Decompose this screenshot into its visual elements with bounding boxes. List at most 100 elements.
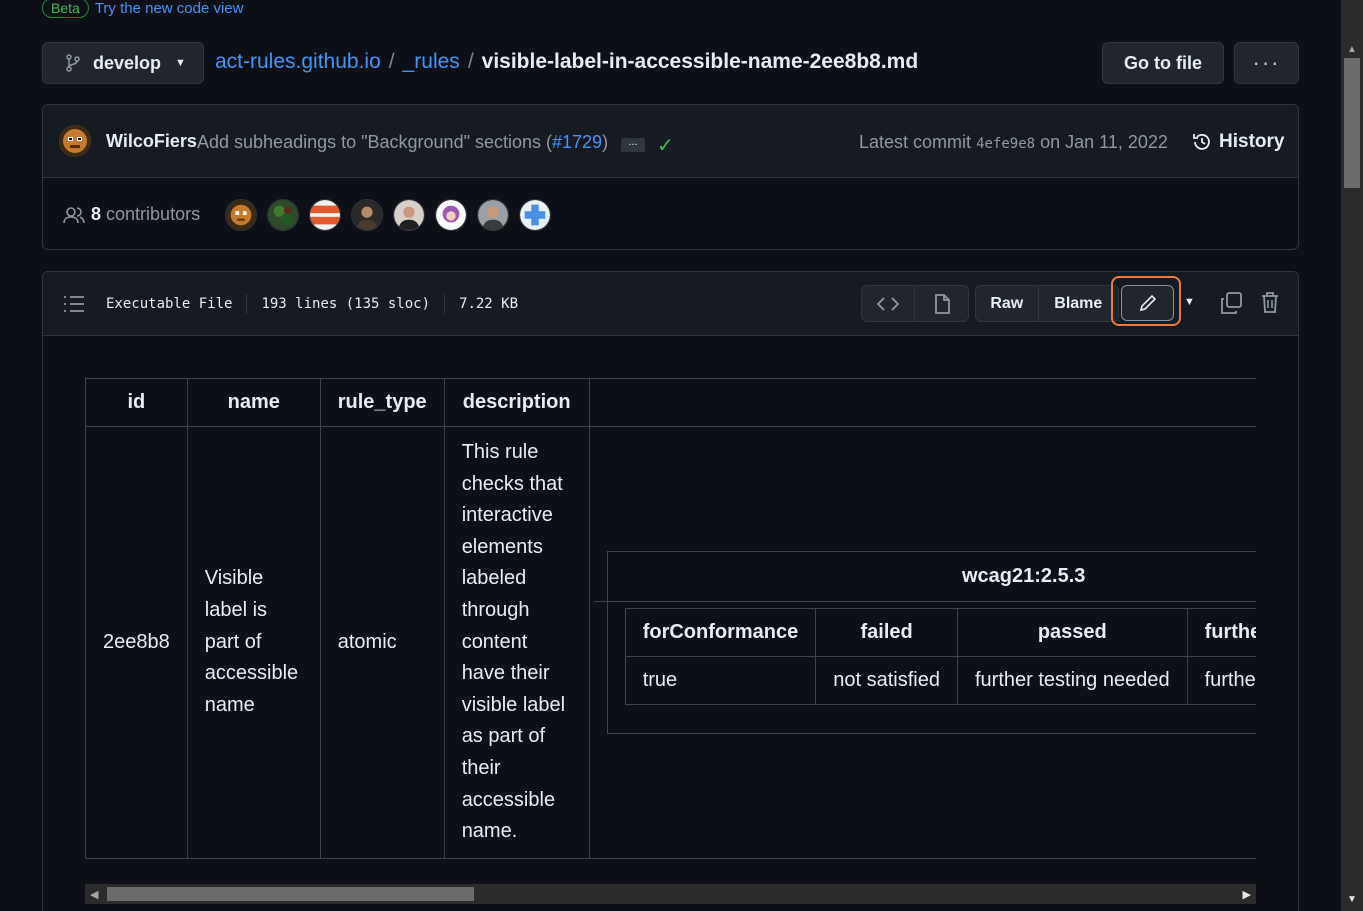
file-mode: Executable File [106, 296, 233, 312]
horizontal-scrollbar[interactable]: ◀ ▶ [85, 884, 1256, 904]
avatar[interactable] [309, 199, 341, 231]
frontmatter-table-viewport: id name rule_type description 2ee8b8 Vis… [85, 378, 1256, 911]
scrollbar-thumb[interactable] [1344, 58, 1360, 188]
contributors-link[interactable]: 8 contributors [91, 204, 200, 225]
table-row: 2ee8b8 Visible label is part of accessib… [85, 426, 1256, 859]
beta-badge: Beta [42, 0, 89, 18]
avatar[interactable] [225, 199, 257, 231]
scroll-left-arrow-icon[interactable]: ◀ [90, 888, 98, 901]
header-failed: failed [815, 607, 958, 657]
scrollbar-thumb[interactable] [107, 887, 474, 901]
cell-id: 2ee8b8 [85, 426, 188, 859]
blame-button[interactable]: Blame [1039, 286, 1118, 321]
display-source-button[interactable] [862, 286, 916, 321]
contributor-avatars [225, 199, 551, 231]
try-new-code-view-link[interactable]: Try the new code view [95, 0, 244, 17]
header-description: description [443, 378, 590, 427]
avatar[interactable] [267, 199, 299, 231]
vertical-scrollbar[interactable]: ▲ ▼ [1341, 0, 1363, 911]
header-passed: passed [957, 607, 1188, 657]
avatar[interactable] [393, 199, 425, 231]
requirement-table: forConformance failed passed further tes… [624, 607, 1256, 705]
requirement-header-row: forConformance failed passed further tes… [624, 607, 1256, 657]
avatar[interactable] [519, 199, 551, 231]
history-label: History [1219, 131, 1285, 152]
commit-sha-link[interactable]: 4efe9e8 [976, 136, 1035, 152]
pull-request-link[interactable]: #1729 [552, 132, 602, 152]
code-icon [877, 296, 899, 311]
contributors-row: 8 contributors [43, 178, 1298, 250]
commit-message-suffix: ) [602, 132, 609, 152]
expand-commit-message-button[interactable]: ... [621, 137, 645, 152]
history-icon [1193, 134, 1210, 150]
file-viewer: Executable File 193 lines (135 sloc) 7.2… [42, 271, 1299, 911]
file-header: Executable File 193 lines (135 sloc) 7.2… [43, 272, 1298, 336]
breadcrumb-folder-link[interactable]: _rules [403, 50, 460, 74]
cell-accessibility-requirements: wcag21:2.5.3 forConformance failed passe… [588, 426, 1256, 859]
page: Beta Try the new code view develop ▼ act… [0, 0, 1363, 911]
branch-name: develop [93, 52, 162, 73]
commit-author-link[interactable]: WilcoFiers [106, 131, 197, 152]
breadcrumb-repo-link[interactable]: act-rules.github.io [215, 50, 381, 74]
more-options-button[interactable]: ··· [1234, 42, 1299, 84]
file-info: Executable File 193 lines (135 sloc) 7.2… [106, 294, 518, 314]
file-icon [934, 293, 950, 314]
cell-description: This rule checks that interactive elemen… [443, 426, 590, 859]
commit-message[interactable]: Add subheadings to "Background" sections… [197, 132, 608, 153]
latest-commit-bar: WilcoFiers Add subheadings to "Backgroun… [43, 105, 1298, 178]
scroll-right-arrow-icon[interactable]: ▶ [1243, 888, 1251, 901]
header-accessibility [588, 378, 1256, 427]
commit-date: on Jan 11, 2022 [1040, 132, 1168, 152]
latest-commit-label: Latest commit [859, 132, 972, 152]
cell-name-text: Visible label is part of accessible name [204, 567, 299, 716]
chevron-down-icon: ▼ [175, 57, 186, 69]
value-failed: not satisfied [815, 655, 958, 705]
commit-message-text[interactable]: Add subheadings to "Background" sections… [197, 132, 552, 152]
check-icon[interactable]: ✓ [657, 133, 674, 158]
cell-description-text: This rule checks that interactive elemen… [461, 441, 566, 843]
scroll-down-arrow-icon[interactable]: ▼ [1347, 894, 1357, 905]
contributors-label: contributors [106, 204, 201, 224]
avatar[interactable] [477, 199, 509, 231]
accessibility-requirements-table: wcag21:2.5.3 forConformance failed passe… [593, 550, 1256, 734]
people-icon [63, 207, 85, 224]
requirement-key: wcag21:2.5.3 [593, 552, 1256, 602]
frontmatter-table: id name rule_type description 2ee8b8 Vis… [85, 378, 1256, 859]
file-size: 7.22 KB [459, 296, 519, 312]
edit-dropdown-caret-icon[interactable]: ▼ [1184, 296, 1195, 308]
divider [246, 294, 248, 314]
breadcrumb: act-rules.github.io / _rules / visible-l… [215, 50, 918, 74]
breadcrumb-separator: / [467, 50, 474, 73]
trash-icon[interactable] [1261, 291, 1279, 313]
value-passed: further testing needed [957, 655, 1188, 705]
history-link[interactable]: History [1191, 131, 1284, 153]
header-for-conformance: forConformance [624, 607, 817, 657]
scroll-up-arrow-icon[interactable]: ▲ [1347, 44, 1357, 55]
latest-commit-info: Latest commit 4efe9e8 on Jan 11, 2022 [859, 132, 1168, 153]
raw-button[interactable]: Raw [976, 286, 1039, 321]
edit-file-button[interactable] [1121, 285, 1174, 321]
header-rule-type: rule_type [319, 378, 445, 427]
value-inapplicable: further testing needed [1186, 655, 1256, 705]
copy-icon[interactable] [1220, 292, 1242, 314]
breadcrumb-file-name: visible-label-in-accessible-name-2ee8b8.… [481, 50, 919, 73]
table-header-row: id name rule_type description [85, 378, 1256, 427]
header-id: id [85, 378, 188, 427]
list-unordered-icon[interactable] [63, 294, 85, 314]
pencil-icon [1139, 294, 1156, 312]
divider [444, 294, 446, 314]
raw-blame-group: Raw Blame [975, 285, 1119, 322]
value-for-conformance: true [624, 655, 817, 705]
contributors-count: 8 [91, 204, 102, 224]
header-inapplicable: further testing needed [1186, 607, 1256, 657]
breadcrumb-separator: / [388, 50, 395, 73]
view-mode-toggle [861, 285, 969, 322]
avatar[interactable] [59, 125, 91, 157]
go-to-file-button[interactable]: Go to file [1102, 42, 1224, 84]
requirement-value-row: true not satisfied further testing neede… [624, 655, 1256, 705]
branch-select-button[interactable]: develop ▼ [42, 42, 204, 84]
avatar[interactable] [351, 199, 383, 231]
cell-name: Visible label is part of accessible name [186, 426, 321, 859]
display-rendered-button[interactable] [915, 286, 968, 321]
avatar[interactable] [435, 199, 467, 231]
